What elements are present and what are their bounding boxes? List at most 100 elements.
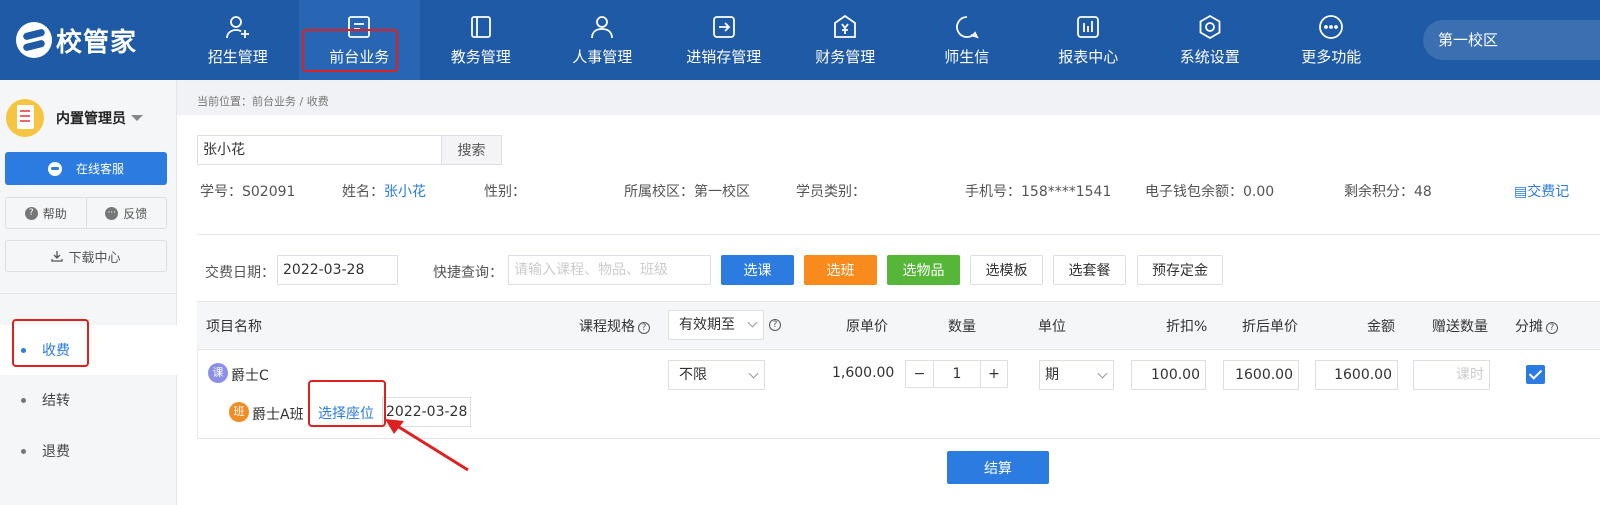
student-gender: 性别： <box>484 184 526 200</box>
settings-icon <box>1196 13 1224 41</box>
settle-button[interactable]: 结算 <box>947 451 1049 484</box>
student-search-input[interactable]: 张小花 <box>197 135 441 165</box>
book-icon <box>467 13 495 41</box>
amount-input[interactable]: 1600.00 <box>1315 360 1398 390</box>
student-campus: 所属校区：第一校区 <box>624 184 750 200</box>
col-quantity: 数量 <box>948 319 976 335</box>
sidebar-item-refund[interactable]: 退费 <box>0 426 177 476</box>
disc-price-input[interactable]: 1600.00 <box>1223 360 1299 390</box>
breadcrumb: 当前位置：前台业务 / 收费 <box>197 95 329 108</box>
validity-help[interactable]: ? <box>766 316 781 332</box>
chevron-down-icon <box>748 368 759 379</box>
caret-down-icon[interactable] <box>131 115 143 121</box>
nav-label: 系统设置 <box>1179 48 1240 66</box>
unit-select[interactable]: 期 <box>1039 360 1114 390</box>
highlight-box-seat <box>308 380 386 427</box>
col-split: 分摊? <box>1515 316 1558 336</box>
orig-price: 1,600.00 <box>832 365 895 381</box>
question-icon[interactable]: ? <box>769 319 781 331</box>
nav-item-enrollment[interactable]: 招生管理 <box>177 0 299 80</box>
validity-dropdown[interactable]: 不限 <box>668 360 765 390</box>
download-center-button[interactable]: 下载中心 <box>5 240 167 272</box>
payment-record-link[interactable]: ▤交费记 <box>1514 181 1569 201</box>
select-class-button[interactable]: 选班 <box>804 255 877 285</box>
quantity-stepper[interactable]: − 1 + <box>905 360 1008 388</box>
nav-item-reports[interactable]: 报表中心 <box>1028 0 1150 80</box>
top-navbar: 校管家 招生管理 前台业务 教务管理 人事管理 进销存管理 财务管理 师生信 报… <box>0 0 1600 80</box>
student-type: 学员类别： <box>796 184 866 200</box>
divider <box>0 293 177 294</box>
nav-item-settings[interactable]: 系统设置 <box>1149 0 1271 80</box>
select-item-button[interactable]: 选物品 <box>887 255 960 285</box>
more-icon <box>1317 13 1345 41</box>
plus-button[interactable]: + <box>980 361 1007 387</box>
col-item-name: 项目名称 <box>206 319 262 335</box>
payment-date-input[interactable]: 2022-03-28 <box>277 255 398 285</box>
student-id: 学号：S02091 <box>200 184 296 200</box>
inventory-icon <box>710 13 738 41</box>
download-icon <box>51 251 64 262</box>
nav-label: 教务管理 <box>450 48 511 66</box>
chevron-down-icon <box>747 317 758 328</box>
class-badge: 班 <box>229 402 249 422</box>
question-icon[interactable]: ? <box>1546 322 1558 334</box>
person-icon <box>588 13 616 41</box>
nav-item-messages[interactable]: 师生信 <box>906 0 1028 80</box>
minus-button[interactable]: − <box>906 361 934 387</box>
highlight-box-menu <box>12 319 89 367</box>
sidebar-item-carryover[interactable]: 结转 <box>0 375 177 425</box>
sidebar-item-label: 结转 <box>42 393 70 409</box>
nav-item-more[interactable]: 更多功能 <box>1271 0 1393 80</box>
brand-name: 校管家 <box>56 27 138 58</box>
online-service-button[interactable]: 在线客服 <box>5 152 167 185</box>
course-name: 爵士C <box>231 368 269 384</box>
col-disc-price: 折后单价 <box>1242 319 1298 335</box>
person-plus-icon <box>224 13 252 41</box>
nav-item-hr[interactable]: 人事管理 <box>542 0 664 80</box>
nav-item-academic[interactable]: 教务管理 <box>420 0 542 80</box>
feedback-label: 反馈 <box>123 206 148 221</box>
quantity-value[interactable]: 1 <box>934 361 980 387</box>
search-button[interactable]: 搜索 <box>441 135 502 165</box>
validity-select[interactable]: 有效期至 <box>668 310 764 340</box>
course-badge: 课 <box>208 363 228 383</box>
gift-qty-input[interactable] <box>1413 360 1490 390</box>
campus-selector[interactable]: 第一校区 <box>1423 20 1600 60</box>
select-course-button[interactable]: 选课 <box>721 255 794 285</box>
chevron-down-icon <box>1097 368 1108 379</box>
brand-logo[interactable]: 校管家 <box>16 22 137 58</box>
download-label: 下载中心 <box>68 250 121 266</box>
online-service-label: 在线客服 <box>75 162 124 176</box>
sidebar-item-label: 退费 <box>42 444 70 460</box>
class-name: 爵士A班 <box>252 407 304 423</box>
col-course-spec: 课程规格? <box>579 316 650 336</box>
deposit-button[interactable]: 预存定金 <box>1137 255 1223 285</box>
help-button[interactable]: ? 帮助 <box>6 198 86 228</box>
feedback-button[interactable]: ··· 反馈 <box>85 198 167 228</box>
nav-item-finance[interactable]: 财务管理 <box>785 0 907 80</box>
user-name[interactable]: 内置管理员 <box>56 108 126 128</box>
nav-label: 人事管理 <box>572 48 633 66</box>
bullet-icon <box>21 448 26 454</box>
payment-date-label: 交费日期： <box>205 265 275 281</box>
highlight-box-nav <box>302 29 398 72</box>
question-icon[interactable]: ? <box>638 322 650 334</box>
nav-label: 招生管理 <box>207 48 268 66</box>
col-amount: 金额 <box>1367 319 1395 335</box>
nav-item-inventory[interactable]: 进销存管理 <box>663 0 785 80</box>
annotation-arrow <box>385 419 469 472</box>
payment-record-label: 交费记 <box>1527 184 1570 200</box>
avatar[interactable] <box>6 99 44 137</box>
student-name-link[interactable]: 张小花 <box>384 184 426 200</box>
wallet-balance: 电子钱包余额：0.00 <box>1145 184 1275 200</box>
col-unit: 单位 <box>1038 319 1066 335</box>
quick-search-input[interactable] <box>508 255 711 285</box>
ellipsis-icon: ··· <box>105 206 119 220</box>
select-package-button[interactable]: 选套餐 <box>1053 255 1126 285</box>
student-name: 姓名：张小花 <box>342 184 426 200</box>
select-template-button[interactable]: 选模板 <box>970 255 1043 285</box>
split-checkbox[interactable] <box>1526 365 1545 384</box>
nav-label: 财务管理 <box>815 48 876 66</box>
discount-input[interactable]: 100.00 <box>1131 360 1206 390</box>
nav-label: 师生信 <box>944 48 990 66</box>
